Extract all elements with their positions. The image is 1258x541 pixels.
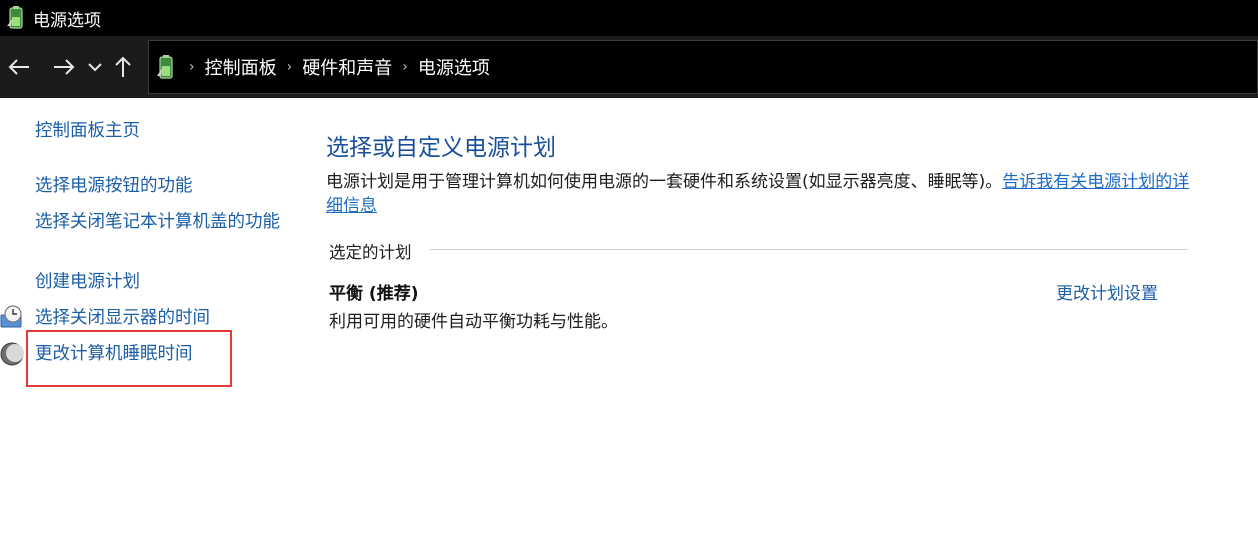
up-button[interactable] [107,47,139,87]
chevron-right-icon: › [286,59,293,75]
moon-icon [0,342,24,366]
chevron-right-icon: › [402,59,408,75]
window-title: 电源选项 [33,10,101,31]
chevron-right-icon: › [189,59,195,75]
chevron-down-icon [88,63,102,72]
change-plan-settings-link[interactable]: 更改计划设置 [1056,279,1158,304]
forward-button[interactable] [45,47,83,87]
address-bar[interactable]: › 控制面板 › 硬件和声音 › 电源选项 [148,40,1258,94]
breadcrumb-hardware-sound[interactable]: 硬件和声音 [298,54,396,80]
monitor-clock-icon [0,305,22,328]
plan-description: 利用可用的硬件自动平衡功耗与性能。 [329,312,618,332]
title-bar: 电源选项 [0,0,1258,36]
page-title: 选择或自定义电源计划 [326,135,556,161]
recent-locations-button[interactable] [83,47,107,87]
lid-close-function-link[interactable]: 选择关闭笔记本计算机盖的功能 [35,210,285,235]
back-button[interactable] [0,47,38,87]
display-off-time-link[interactable]: 选择关闭显示器的时间 [35,306,210,331]
arrow-up-icon [115,56,131,77]
power-button-function-link[interactable]: 选择电源按钮的功能 [35,174,193,199]
plan-name: 平衡 (推荐) [329,284,419,304]
arrow-right-icon [54,59,75,75]
section-divider [430,249,1188,250]
page-description: 电源计划是用于管理计算机如何使用电源的一套硬件和系统设置(如显示器亮度、睡眠等)… [326,170,1196,218]
highlight-box [26,330,232,387]
power-options-icon [157,55,173,79]
description-text: 电源计划是用于管理计算机如何使用电源的一套硬件和系统设置(如显示器亮度、睡眠等)… [326,172,1003,192]
left-task-pane: 控制面板主页 选择电源按钮的功能 选择关闭笔记本计算机盖的功能 创建电源计划 选… [0,98,300,541]
power-options-icon [7,6,23,29]
control-panel-home-link[interactable]: 控制面板主页 [35,119,140,144]
breadcrumb-control-panel[interactable]: 控制面板 [201,54,281,80]
create-power-plan-link[interactable]: 创建电源计划 [35,270,140,295]
section-label: 选定的计划 [329,239,420,263]
arrow-left-icon [8,59,29,75]
navigation-bar: › 控制面板 › 硬件和声音 › 电源选项 [0,36,1258,98]
breadcrumb-power-options[interactable]: 电源选项 [414,54,494,80]
